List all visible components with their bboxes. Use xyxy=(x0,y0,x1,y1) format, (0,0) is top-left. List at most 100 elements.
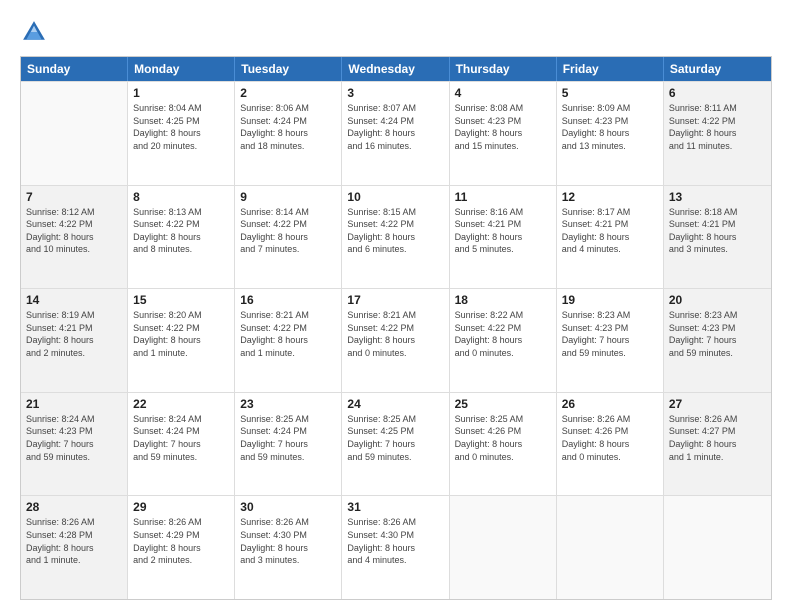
day-info: Sunrise: 8:09 AMSunset: 4:23 PMDaylight:… xyxy=(562,102,658,152)
day-number: 7 xyxy=(26,190,122,204)
day-info: Sunrise: 8:26 AMSunset: 4:30 PMDaylight:… xyxy=(240,516,336,566)
day-cell: 31 Sunrise: 8:26 AMSunset: 4:30 PMDayligh… xyxy=(342,496,449,599)
day-number: 21 xyxy=(26,397,122,411)
day-cell: 19 Sunrise: 8:23 AMSunset: 4:23 PMDayligh… xyxy=(557,289,664,392)
day-number: 20 xyxy=(669,293,766,307)
calendar-body: 1 Sunrise: 8:04 AMSunset: 4:25 PMDaylight… xyxy=(21,81,771,599)
day-info: Sunrise: 8:24 AMSunset: 4:24 PMDaylight:… xyxy=(133,413,229,463)
day-cell: 27Sunrise: 8:26 AMSunset: 4:27 PMDayligh… xyxy=(664,393,771,496)
weekday-header: Tuesday xyxy=(235,57,342,81)
day-cell: 18Sunrise: 8:22 AMSunset: 4:22 PMDayligh… xyxy=(450,289,557,392)
day-info: Sunrise: 8:25 AMSunset: 4:25 PMDaylight:… xyxy=(347,413,443,463)
weekday-header: Sunday xyxy=(21,57,128,81)
empty-cell xyxy=(557,496,664,599)
day-info: Sunrise: 8:26 AMSunset: 4:29 PMDaylight:… xyxy=(133,516,229,566)
day-info: Sunrise: 8:13 AMSunset: 4:22 PMDaylight:… xyxy=(133,206,229,256)
day-number: 22 xyxy=(133,397,229,411)
day-info: Sunrise: 8:18 AMSunset: 4:21 PMDaylight:… xyxy=(669,206,766,256)
day-cell: 17 Sunrise: 8:21 AMSunset: 4:22 PMDayligh… xyxy=(342,289,449,392)
day-info: Sunrise: 8:24 AMSunset: 4:23 PMDaylight:… xyxy=(26,413,122,463)
day-number: 19 xyxy=(562,293,658,307)
day-info: Sunrise: 8:26 AMSunset: 4:30 PMDaylight:… xyxy=(347,516,443,566)
header xyxy=(20,18,772,46)
day-info: Sunrise: 8:25 AMSunset: 4:24 PMDaylight:… xyxy=(240,413,336,463)
day-number: 4 xyxy=(455,86,551,100)
day-info: Sunrise: 8:26 AMSunset: 4:27 PMDaylight:… xyxy=(669,413,766,463)
day-number: 14 xyxy=(26,293,122,307)
calendar-row: 7 Sunrise: 8:12 AMSunset: 4:22 PMDaylight… xyxy=(21,185,771,289)
day-info: Sunrise: 8:08 AMSunset: 4:23 PMDaylight:… xyxy=(455,102,551,152)
weekday-header: Monday xyxy=(128,57,235,81)
day-number: 28 xyxy=(26,500,122,514)
day-cell: 22 Sunrise: 8:24 AMSunset: 4:24 PMDayligh… xyxy=(128,393,235,496)
logo-icon xyxy=(20,18,48,46)
day-number: 9 xyxy=(240,190,336,204)
day-cell: 7 Sunrise: 8:12 AMSunset: 4:22 PMDaylight… xyxy=(21,186,128,289)
day-cell: 12 Sunrise: 8:17 AMSunset: 4:21 PMDayligh… xyxy=(557,186,664,289)
calendar-header: SundayMondayTuesdayWednesdayThursdayFrid… xyxy=(21,57,771,81)
day-cell: 15 Sunrise: 8:20 AMSunset: 4:22 PMDayligh… xyxy=(128,289,235,392)
day-info: Sunrise: 8:20 AMSunset: 4:22 PMDaylight:… xyxy=(133,309,229,359)
day-number: 17 xyxy=(347,293,443,307)
day-number: 31 xyxy=(347,500,443,514)
empty-cell xyxy=(21,82,128,185)
calendar-row: 14Sunrise: 8:19 AMSunset: 4:21 PMDayligh… xyxy=(21,288,771,392)
day-cell: 29Sunrise: 8:26 AMSunset: 4:29 PMDayligh… xyxy=(128,496,235,599)
day-cell: 4 Sunrise: 8:08 AMSunset: 4:23 PMDaylight… xyxy=(450,82,557,185)
day-cell: 6 Sunrise: 8:11 AMSunset: 4:22 PMDaylight… xyxy=(664,82,771,185)
day-cell: 11Sunrise: 8:16 AMSunset: 4:21 PMDayligh… xyxy=(450,186,557,289)
day-number: 3 xyxy=(347,86,443,100)
day-info: Sunrise: 8:17 AMSunset: 4:21 PMDaylight:… xyxy=(562,206,658,256)
day-info: Sunrise: 8:12 AMSunset: 4:22 PMDaylight:… xyxy=(26,206,122,256)
day-cell: 13 Sunrise: 8:18 AMSunset: 4:21 PMDayligh… xyxy=(664,186,771,289)
day-cell: 20 Sunrise: 8:23 AMSunset: 4:23 PMDayligh… xyxy=(664,289,771,392)
day-number: 5 xyxy=(562,86,658,100)
day-cell: 25 Sunrise: 8:25 AMSunset: 4:26 PMDayligh… xyxy=(450,393,557,496)
day-cell: 1 Sunrise: 8:04 AMSunset: 4:25 PMDaylight… xyxy=(128,82,235,185)
day-number: 24 xyxy=(347,397,443,411)
day-info: Sunrise: 8:23 AMSunset: 4:23 PMDaylight:… xyxy=(562,309,658,359)
day-cell: 26Sunrise: 8:26 AMSunset: 4:26 PMDayligh… xyxy=(557,393,664,496)
page: SundayMondayTuesdayWednesdayThursdayFrid… xyxy=(0,0,792,612)
day-cell: 14Sunrise: 8:19 AMSunset: 4:21 PMDayligh… xyxy=(21,289,128,392)
day-number: 12 xyxy=(562,190,658,204)
day-info: Sunrise: 8:26 AMSunset: 4:28 PMDaylight:… xyxy=(26,516,122,566)
day-cell: 8 Sunrise: 8:13 AMSunset: 4:22 PMDaylight… xyxy=(128,186,235,289)
day-cell: 30 Sunrise: 8:26 AMSunset: 4:30 PMDayligh… xyxy=(235,496,342,599)
logo xyxy=(20,18,50,46)
day-info: Sunrise: 8:25 AMSunset: 4:26 PMDaylight:… xyxy=(455,413,551,463)
day-info: Sunrise: 8:14 AMSunset: 4:22 PMDaylight:… xyxy=(240,206,336,256)
weekday-header: Friday xyxy=(557,57,664,81)
day-number: 1 xyxy=(133,86,229,100)
day-number: 25 xyxy=(455,397,551,411)
day-number: 8 xyxy=(133,190,229,204)
day-number: 2 xyxy=(240,86,336,100)
day-info: Sunrise: 8:21 AMSunset: 4:22 PMDaylight:… xyxy=(347,309,443,359)
day-cell: 3 Sunrise: 8:07 AMSunset: 4:24 PMDaylight… xyxy=(342,82,449,185)
day-cell: 10Sunrise: 8:15 AMSunset: 4:22 PMDayligh… xyxy=(342,186,449,289)
day-cell: 2 Sunrise: 8:06 AMSunset: 4:24 PMDaylight… xyxy=(235,82,342,185)
day-info: Sunrise: 8:06 AMSunset: 4:24 PMDaylight:… xyxy=(240,102,336,152)
calendar-row: 1 Sunrise: 8:04 AMSunset: 4:25 PMDaylight… xyxy=(21,81,771,185)
weekday-header: Thursday xyxy=(450,57,557,81)
day-info: Sunrise: 8:11 AMSunset: 4:22 PMDaylight:… xyxy=(669,102,766,152)
day-number: 30 xyxy=(240,500,336,514)
day-cell: 24 Sunrise: 8:25 AMSunset: 4:25 PMDayligh… xyxy=(342,393,449,496)
day-info: Sunrise: 8:23 AMSunset: 4:23 PMDaylight:… xyxy=(669,309,766,359)
day-number: 15 xyxy=(133,293,229,307)
empty-cell xyxy=(450,496,557,599)
day-number: 13 xyxy=(669,190,766,204)
day-number: 6 xyxy=(669,86,766,100)
day-info: Sunrise: 8:04 AMSunset: 4:25 PMDaylight:… xyxy=(133,102,229,152)
day-cell: 5 Sunrise: 8:09 AMSunset: 4:23 PMDaylight… xyxy=(557,82,664,185)
day-info: Sunrise: 8:22 AMSunset: 4:22 PMDaylight:… xyxy=(455,309,551,359)
calendar-row: 28 Sunrise: 8:26 AMSunset: 4:28 PMDayligh… xyxy=(21,495,771,599)
day-info: Sunrise: 8:21 AMSunset: 4:22 PMDaylight:… xyxy=(240,309,336,359)
day-number: 10 xyxy=(347,190,443,204)
day-info: Sunrise: 8:07 AMSunset: 4:24 PMDaylight:… xyxy=(347,102,443,152)
day-cell: 28 Sunrise: 8:26 AMSunset: 4:28 PMDayligh… xyxy=(21,496,128,599)
day-number: 23 xyxy=(240,397,336,411)
day-number: 16 xyxy=(240,293,336,307)
day-cell: 23 Sunrise: 8:25 AMSunset: 4:24 PMDayligh… xyxy=(235,393,342,496)
day-cell: 9 Sunrise: 8:14 AMSunset: 4:22 PMDaylight… xyxy=(235,186,342,289)
